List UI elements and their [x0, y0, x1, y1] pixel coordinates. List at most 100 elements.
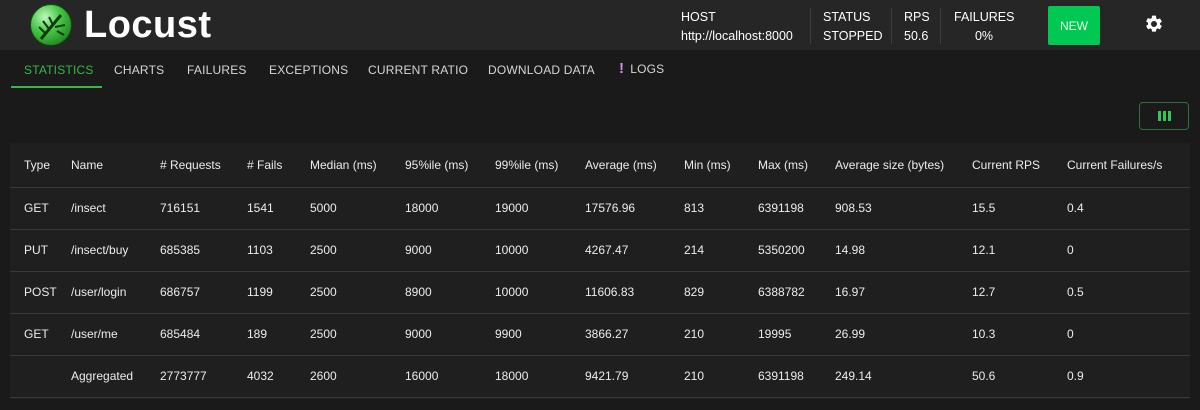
- table-header-row: Type Name # Requests # Fails Median (ms)…: [10, 143, 1190, 187]
- col-header-max[interactable]: Max (ms): [758, 143, 835, 187]
- cell-average: 9421.79: [585, 354, 684, 398]
- cell-type: POST: [10, 270, 71, 313]
- locust-logo[interactable]: [30, 4, 72, 46]
- cell-name: /insect: [71, 186, 160, 229]
- tab-failures[interactable]: FAILURES: [187, 63, 247, 77]
- cell-requests: 685484: [160, 312, 247, 355]
- cell-average: 4267.47: [585, 228, 684, 271]
- active-tab-indicator: [11, 86, 102, 88]
- cell-median: 2500: [310, 228, 405, 271]
- cell-name: /insect/buy: [71, 228, 160, 271]
- logs-alert-icon: !: [619, 60, 625, 77]
- cell-median: 2500: [310, 312, 405, 355]
- cell-95: 9000: [405, 228, 495, 271]
- col-header-current-rps[interactable]: Current RPS: [972, 143, 1067, 187]
- cell-min: 829: [684, 270, 758, 313]
- cell-current-failures: 0.5: [1067, 270, 1190, 313]
- cell-average: 3866.27: [585, 312, 684, 355]
- header-divider: [810, 8, 811, 44]
- cell-avg-size: 14.98: [835, 228, 972, 271]
- columns-icon-bar: [1162, 111, 1166, 121]
- col-header-min[interactable]: Min (ms): [684, 143, 758, 187]
- cell-current-rps: 12.1: [972, 228, 1067, 271]
- cell-type: GET: [10, 312, 71, 355]
- cell-min: 214: [684, 228, 758, 271]
- cell-fails: 4032: [247, 354, 310, 398]
- col-header-type[interactable]: Type: [10, 143, 71, 187]
- cell-type: [10, 354, 71, 398]
- cell-current-failures: 0: [1067, 228, 1190, 271]
- cell-current-rps: 10.3: [972, 312, 1067, 355]
- cell-min: 813: [684, 186, 758, 229]
- col-header-avg-size[interactable]: Average size (bytes): [835, 143, 972, 187]
- cell-avg-size: 16.97: [835, 270, 972, 313]
- cell-requests: 716151: [160, 186, 247, 229]
- header-divider: [891, 8, 892, 44]
- cell-name: /user/me: [71, 312, 160, 355]
- cell-average: 17576.96: [585, 186, 684, 229]
- columns-icon: [1157, 111, 1161, 121]
- statistics-table: Type Name # Requests # Fails Median (ms)…: [10, 143, 1190, 399]
- cell-requests: 686757: [160, 270, 247, 313]
- cell-max: 5350200: [758, 228, 835, 271]
- col-header-average[interactable]: Average (ms): [585, 143, 684, 187]
- cell-current-rps: 15.5: [972, 186, 1067, 229]
- tab-exceptions[interactable]: EXCEPTIONS: [269, 63, 348, 77]
- cell-median: 2500: [310, 270, 405, 313]
- failures-value: 0%: [974, 29, 994, 43]
- cell-max: 19995: [758, 312, 835, 355]
- cell-99: 18000: [495, 354, 585, 398]
- tab-charts[interactable]: CHARTS: [114, 63, 164, 77]
- tab-current-ratio[interactable]: CURRENT RATIO: [368, 63, 468, 77]
- col-header-fails[interactable]: # Fails: [247, 143, 310, 187]
- new-test-button[interactable]: NEW: [1048, 6, 1100, 45]
- rps-stat: RPS 50.6: [904, 8, 930, 45]
- nav-tabs: STATISTICS CHARTS FAILURES EXCEPTIONS CU…: [0, 50, 1200, 90]
- cell-current-failures: 0: [1067, 312, 1190, 355]
- table-row: GET /insect 716151 1541 5000 18000 19000…: [10, 186, 1190, 229]
- table-row: PUT /insect/buy 685385 1103 2500 9000 10…: [10, 228, 1190, 271]
- col-header-current-failures[interactable]: Current Failures/s: [1067, 143, 1190, 187]
- failures-label: FAILURES: [954, 10, 1015, 24]
- table-row: GET /user/me 685484 189 2500 9000 9900 3…: [10, 312, 1190, 355]
- cell-median: 2600: [310, 354, 405, 398]
- header-divider: [940, 8, 941, 44]
- cell-name: /user/login: [71, 270, 160, 313]
- app-header: Locust HOST http://localhost:8000 STATUS…: [0, 0, 1200, 50]
- tab-logs-label: LOGS: [630, 62, 665, 76]
- gear-icon[interactable]: [1144, 14, 1164, 34]
- col-header-95[interactable]: 95%ile (ms): [405, 143, 495, 187]
- cell-95: 9000: [405, 312, 495, 355]
- host-stat: HOST http://localhost:8000: [681, 8, 793, 45]
- status-label: STATUS: [823, 10, 871, 24]
- cell-99: 10000: [495, 228, 585, 271]
- cell-average: 11606.83: [585, 270, 684, 313]
- app-title: Locust: [84, 4, 212, 46]
- cell-99: 10000: [495, 270, 585, 313]
- cell-current-failures: 0.9: [1067, 354, 1190, 398]
- col-header-name[interactable]: Name: [71, 143, 160, 187]
- col-header-99[interactable]: 99%ile (ms): [495, 143, 585, 187]
- cell-requests: 685385: [160, 228, 247, 271]
- cell-95: 8900: [405, 270, 495, 313]
- cell-max: 6388782: [758, 270, 835, 313]
- cell-requests: 2773777: [160, 354, 247, 398]
- cell-type: GET: [10, 186, 71, 229]
- cell-avg-size: 908.53: [835, 186, 972, 229]
- tab-logs[interactable]: ! LOGS: [619, 60, 664, 77]
- cell-max: 6391198: [758, 186, 835, 229]
- rps-label: RPS: [904, 10, 930, 24]
- cell-avg-size: 249.14: [835, 354, 972, 398]
- column-toggle-button[interactable]: [1139, 102, 1189, 130]
- tab-download-data[interactable]: DOWNLOAD DATA: [488, 63, 595, 77]
- col-header-median[interactable]: Median (ms): [310, 143, 405, 187]
- col-header-requests[interactable]: # Requests: [160, 143, 247, 187]
- cell-current-failures: 0.4: [1067, 186, 1190, 229]
- failures-stat: FAILURES 0%: [954, 8, 1014, 45]
- host-label: HOST: [681, 10, 716, 24]
- cell-max: 6391198: [758, 354, 835, 398]
- status-stat: STATUS STOPPED: [823, 8, 883, 45]
- tab-statistics[interactable]: STATISTICS: [24, 63, 94, 77]
- cell-min: 210: [684, 354, 758, 398]
- cell-95: 18000: [405, 186, 495, 229]
